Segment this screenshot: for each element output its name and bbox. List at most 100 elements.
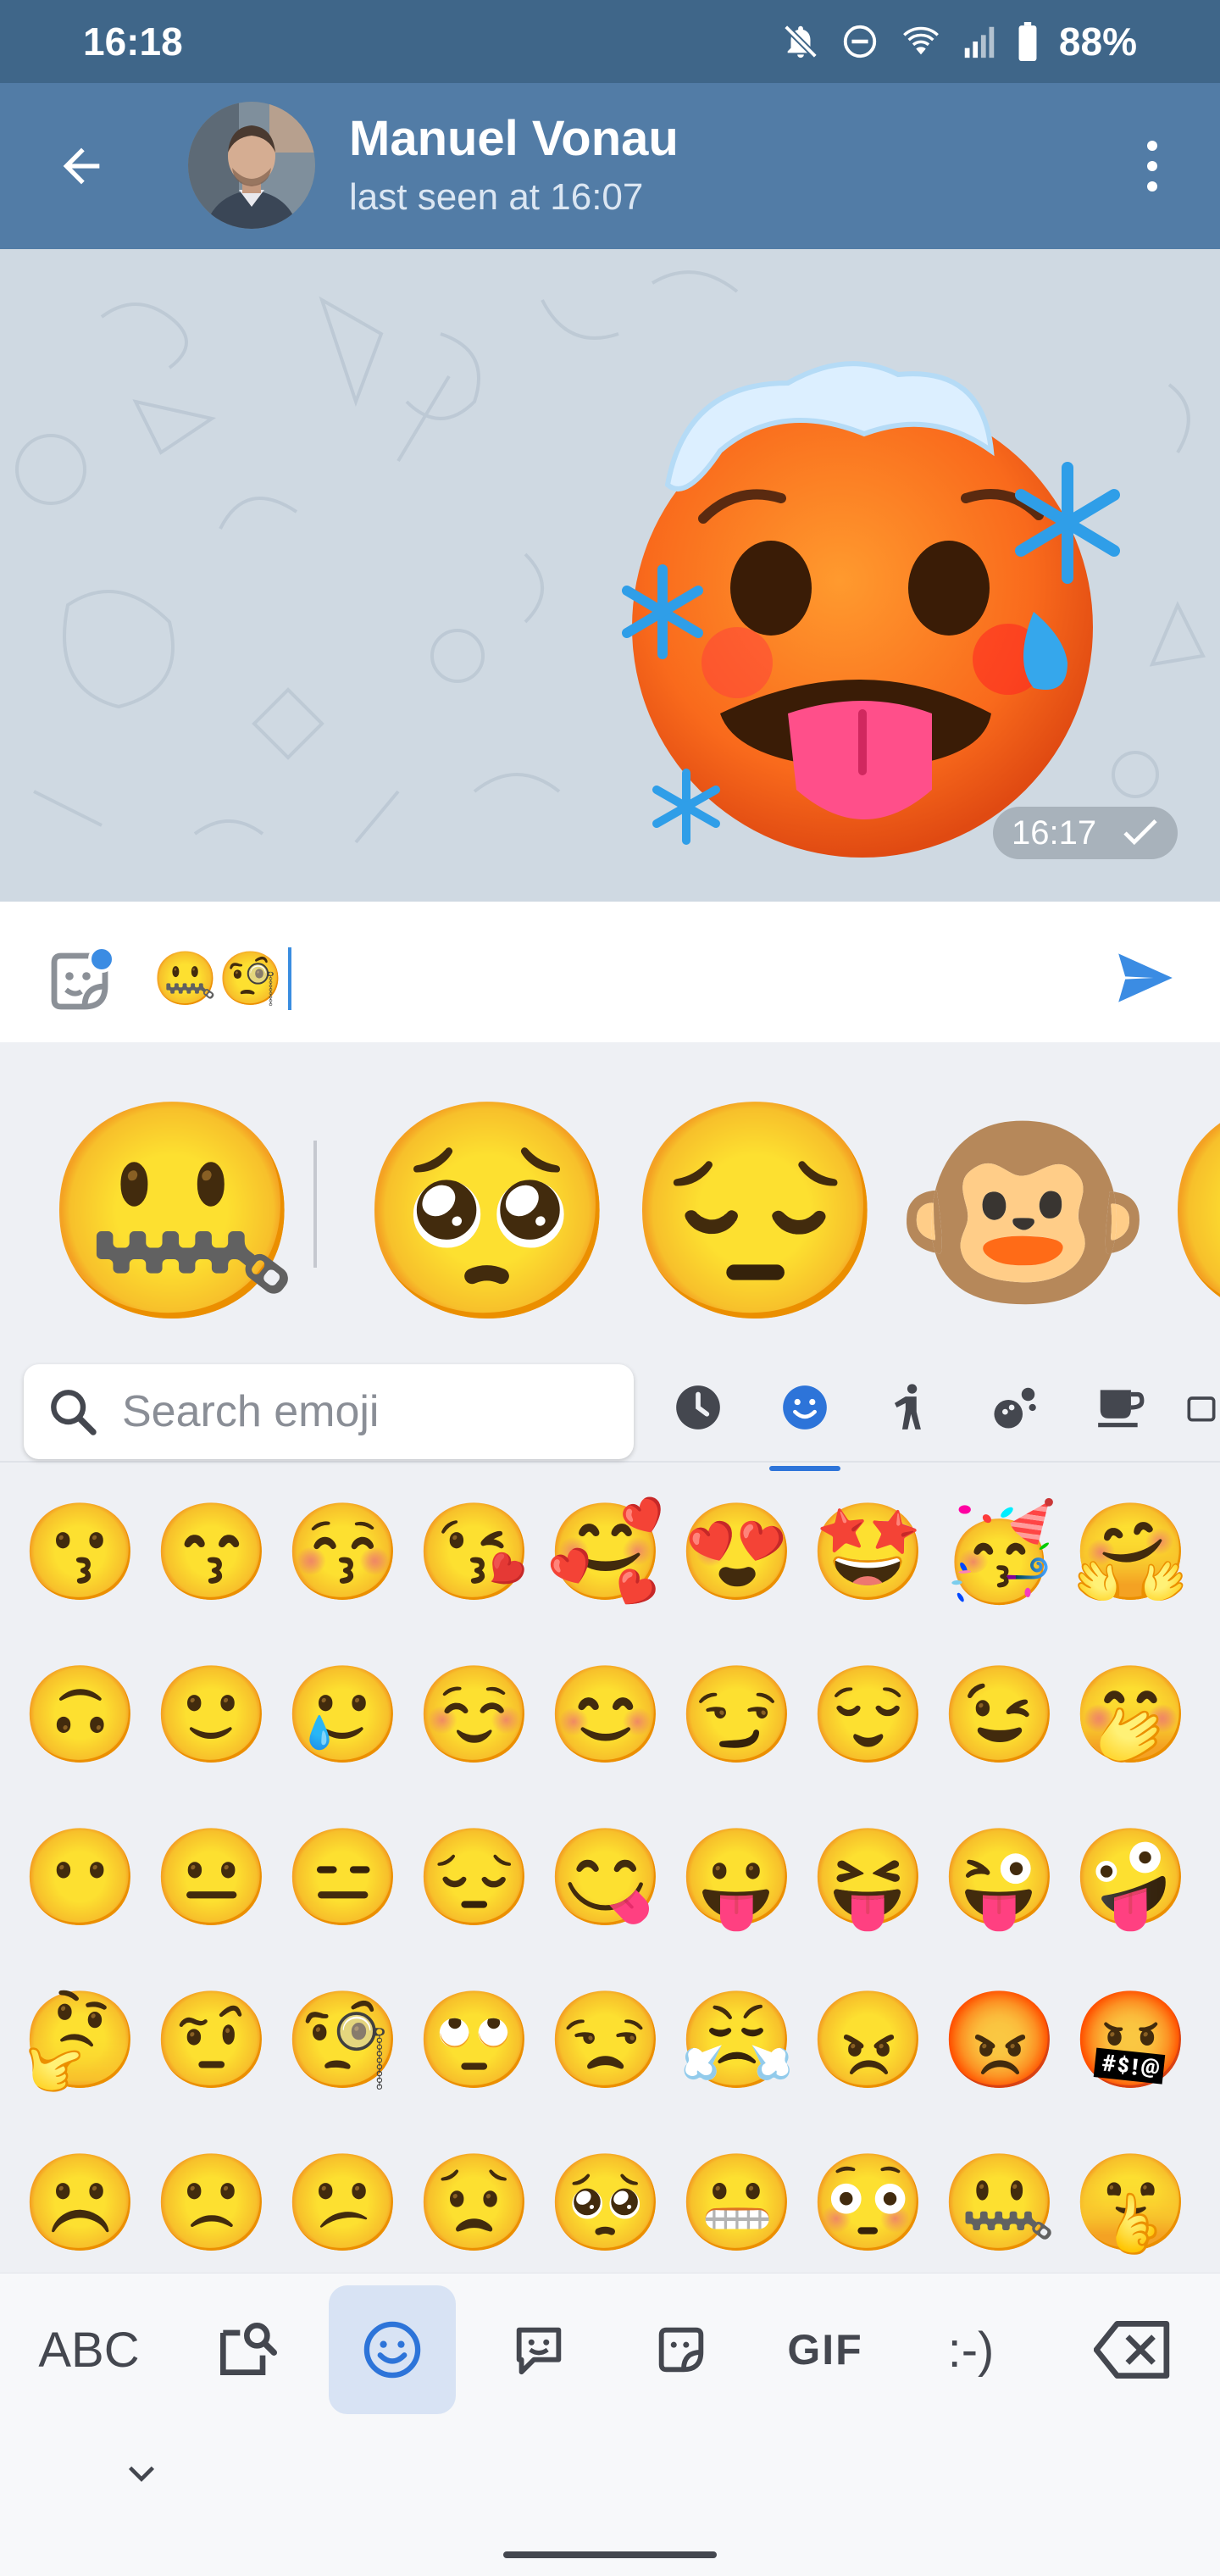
emoji-key[interactable]: 😡 [936,1964,1063,2117]
emoji-key[interactable]: 😬 [674,2127,801,2273]
suggestion-emoji[interactable]: 😔 [624,1093,887,1330]
emoji-key[interactable]: 🥰 [542,1476,669,1629]
emoji-key[interactable]: 😝 [805,1802,932,1954]
suggestion-emoji[interactable]: 🤐 [41,1093,304,1330]
tab-people[interactable] [868,1369,952,1446]
sticker-icon [51,946,115,1010]
more-options-button[interactable] [1135,132,1169,200]
sent-check-icon [1123,819,1157,846]
sticker-panel-button[interactable] [44,946,115,1017]
emoji-key[interactable]: 😋 [542,1802,669,1954]
activities-icon [994,1387,1036,1429]
left-eye [730,541,812,636]
emoji-key[interactable]: 😊 [542,1639,669,1791]
emoji-key[interactable]: 🙂 [148,1639,275,1791]
emoji-key[interactable]: ☹️ [17,2127,144,2273]
chat-header: Manuel Vonau last seen at 16:07 [0,83,1220,249]
message-time-badge: 16:17 [993,807,1178,859]
emoji-key[interactable]: 😑 [280,1802,407,1954]
emoji-key[interactable]: 🤬 [1068,1964,1195,2117]
emoji-key[interactable]: 🥳 [936,1476,1063,1629]
emoji-key[interactable]: 🤫 [1068,2127,1195,2273]
tab-food-drink[interactable] [1078,1369,1162,1446]
emoji-key[interactable]: 😘 [411,1476,538,1629]
bitmoji-key-tab[interactable] [622,2285,740,2414]
emoji-key[interactable]: 😏 [674,1639,801,1791]
emoji-key[interactable]: 😶 [17,1802,144,1954]
abc-key[interactable]: ABC [17,2285,161,2414]
emoji-key[interactable]: 😒 [542,1964,669,2117]
emoji-key[interactable]: 🤭 [1068,1639,1195,1791]
contact-name[interactable]: Manuel Vonau [349,110,679,167]
send-button[interactable] [1105,944,1186,1012]
emoji-key[interactable]: 🤪 [1068,1802,1195,1954]
people-icon [894,1384,921,1430]
emoji-key[interactable]: 😛 [674,1802,801,1954]
emoji-key[interactable]: 🤩 [805,1476,932,1629]
emoji-key[interactable]: 😌 [805,1639,932,1791]
backspace-key[interactable] [1069,2285,1196,2414]
emoji-key[interactable]: 😉 [936,1639,1063,1791]
emoji-key-tab[interactable] [329,2285,456,2414]
emoji-search-input[interactable] [122,1386,613,1437]
send-icon [1118,953,1173,1002]
message-input-field[interactable]: 🤐🧐 [152,947,292,1010]
collapse-keyboard-button[interactable] [112,2443,171,2502]
emoji-key[interactable]: 😠 [805,1964,932,2117]
emoji-key[interactable]: 🧐 [280,1964,407,2117]
text-caret [288,947,292,1010]
suggestion-emoji[interactable]: 🥺 [356,1093,619,1330]
emoji-key[interactable]: 😚 [280,1476,407,1629]
emoji-key[interactable]: 😗 [17,1476,144,1629]
emoji-key[interactable]: 🥺 [542,2127,669,2273]
emoji-key[interactable]: 😜 [936,1802,1063,1954]
image-search-key[interactable] [186,2285,305,2414]
emoji-key[interactable]: 😟 [411,2127,538,2273]
battery-icon [1018,22,1037,61]
emoji-key[interactable]: 🤗 [1068,1476,1195,1629]
emoji-key[interactable]: 🤔 [17,1964,144,2117]
food-drink-icon [1098,1390,1145,1428]
emoji-key[interactable]: 🥲 [280,1639,407,1791]
cold-face-sticker[interactable] [593,349,1152,874]
emoji-key[interactable]: 🙃 [17,1639,144,1791]
emoji-key[interactable]: ☺️ [411,1639,538,1791]
status-time: 16:18 [83,19,183,64]
travel-icon [1187,1396,1216,1422]
emoji-key[interactable]: 🤨 [148,1964,275,2117]
gif-key-tab[interactable]: GIF [766,2285,884,2414]
home-indicator[interactable] [503,2551,717,2558]
message-input-bar: 🤐🧐 [0,902,1220,1042]
emoji-icon [363,2321,421,2379]
message-input-value: 🤐🧐 [152,949,284,1008]
emoticon-key-tab[interactable]: :-) [912,2285,1030,2414]
image-search-icon [220,2323,278,2375]
tab-more-categories[interactable] [1183,1369,1220,1446]
back-button[interactable] [41,132,122,200]
emoji-key[interactable]: 😍 [674,1476,801,1629]
status-bar: 16:18 88% [0,0,1220,83]
keyboard-bottom-bar: ABC GIF :-) [0,2273,1220,2576]
emoji-search-box[interactable] [24,1364,634,1459]
emoji-key[interactable]: 🙁 [148,2127,275,2273]
emoji-key[interactable]: 😤 [674,1964,801,2117]
chevron-down-icon [128,2466,155,2482]
emoji-key[interactable]: 🤐 [936,2127,1063,2273]
emoji-key[interactable]: 😐 [148,1802,275,1954]
suggestion-emoji[interactable]: 🐵 [891,1093,1155,1330]
emoji-key[interactable]: 😳 [805,2127,932,2273]
tab-smileys[interactable] [762,1369,847,1446]
emoji-key[interactable]: 😙 [148,1476,275,1629]
contact-avatar[interactable] [188,102,315,229]
emoji-key[interactable]: 😔 [411,1802,538,1954]
emoji-key[interactable]: 🙄 [411,1964,538,2117]
sticker-key-tab[interactable] [480,2285,598,2414]
search-icon [51,1390,97,1435]
backspace-icon [1094,2320,1170,2379]
tab-recent[interactable] [656,1369,740,1446]
suggestion-emoji[interactable]: 😮 [1159,1093,1220,1330]
chat-messages-area[interactable]: 16:17 [0,249,1220,902]
tab-activities[interactable] [973,1369,1057,1446]
emoji-key[interactable]: 😕 [280,2127,407,2273]
emoji-search-row [0,1347,1220,1463]
